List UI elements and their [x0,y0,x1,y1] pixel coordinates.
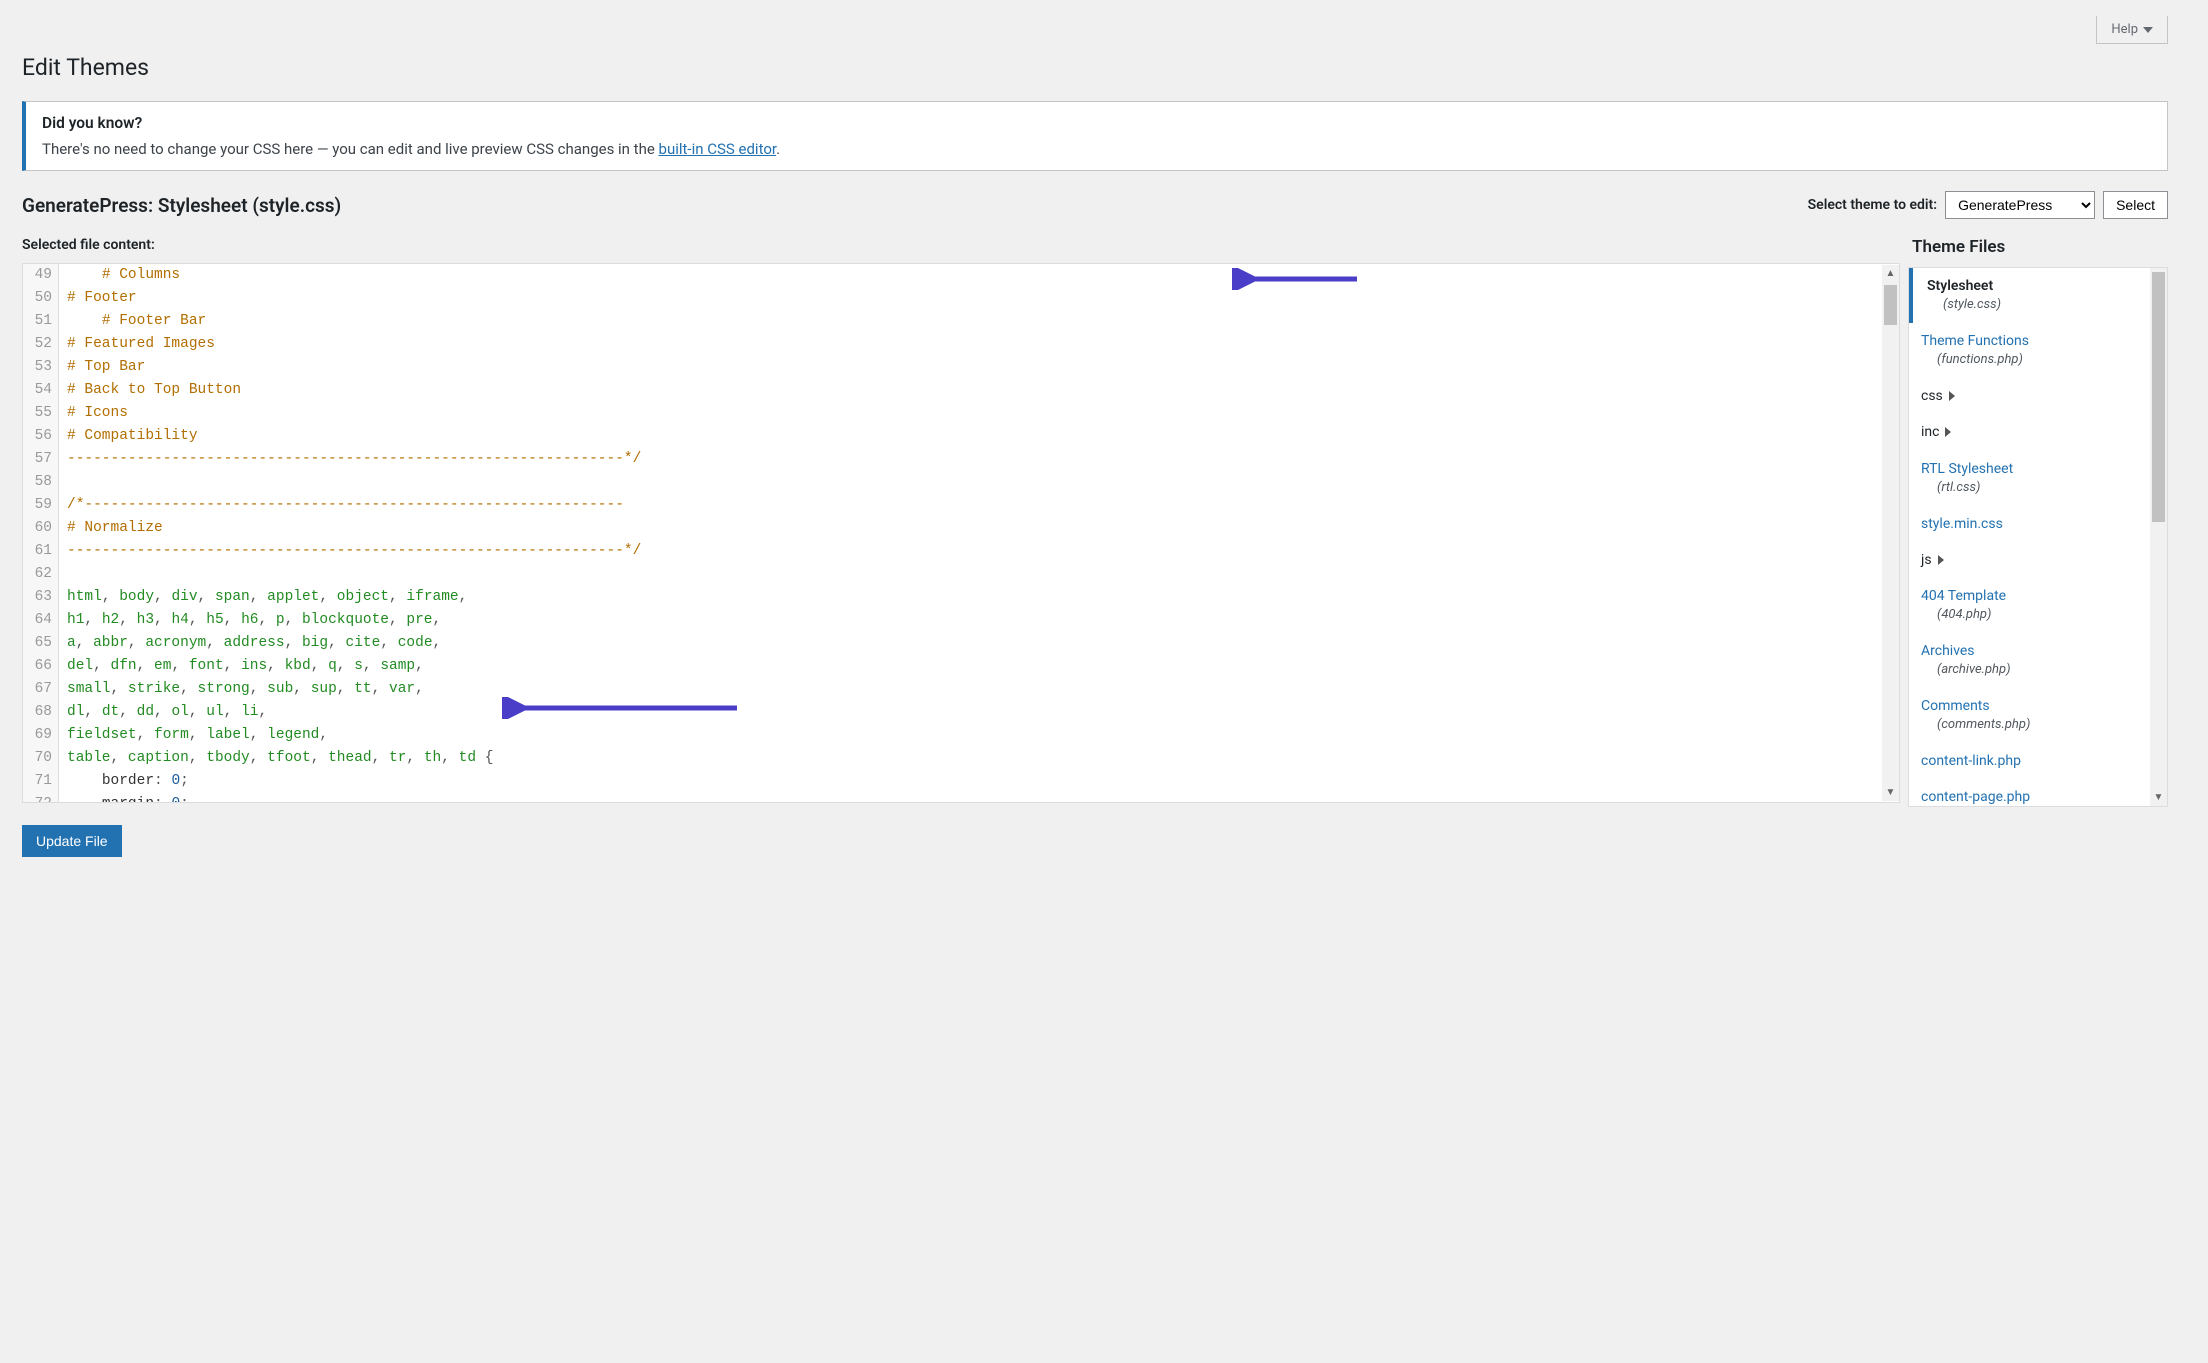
code-line[interactable]: small, strike, strong, sub, sup, tt, var… [67,678,1891,701]
help-label: Help [2111,22,2138,37]
select-theme-label: Select theme to edit: [1808,197,1937,213]
scroll-down-icon[interactable]: ▼ [1882,784,1899,801]
code-line[interactable]: /*--------------------------------------… [67,494,1891,517]
code-line[interactable]: # Footer [67,287,1891,310]
file-item[interactable]: content-page.php [1909,779,2167,807]
file-item[interactable]: Stylesheet(style.css) [1909,268,2167,323]
page-title: Edit Themes [22,54,2168,81]
code-line[interactable]: # Featured Images [67,333,1891,356]
file-heading: GeneratePress: Stylesheet (style.css) [22,194,341,217]
file-item[interactable]: css [1909,378,2167,414]
help-tab[interactable]: Help [2096,16,2168,44]
code-line[interactable]: margin: 0; [67,793,1891,802]
chevron-right-icon [1949,391,1955,401]
code-line[interactable]: # Compatibility [67,425,1891,448]
file-item[interactable]: style.min.css [1909,506,2167,542]
notice-heading: Did you know? [42,114,2151,132]
code-line[interactable]: dl, dt, dd, ol, ul, li, [67,701,1891,724]
code-line[interactable]: # Footer Bar [67,310,1891,333]
code-line[interactable]: h1, h2, h3, h4, h5, h6, p, blockquote, p… [67,609,1891,632]
file-item[interactable]: inc [1909,414,2167,450]
code-line[interactable] [67,471,1891,494]
chevron-right-icon [1938,555,1944,565]
file-item[interactable]: Comments(comments.php) [1909,688,2167,743]
file-item[interactable]: 404 Template(404.php) [1909,578,2167,633]
file-item[interactable]: Theme Functions(functions.php) [1909,323,2167,378]
code-line[interactable]: html, body, div, span, applet, object, i… [67,586,1891,609]
file-item[interactable]: content-link.php [1909,743,2167,779]
code-line[interactable] [67,563,1891,586]
code-line[interactable]: ----------------------------------------… [67,448,1891,471]
file-item[interactable]: js [1909,542,2167,578]
info-notice: Did you know? There's no need to change … [22,101,2168,171]
code-line[interactable]: # Icons [67,402,1891,425]
code-line[interactable]: del, dfn, em, font, ins, kbd, q, s, samp… [67,655,1891,678]
file-item[interactable]: Archives(archive.php) [1909,633,2167,688]
scroll-thumb[interactable] [1884,285,1897,325]
file-item[interactable]: RTL Stylesheet(rtl.css) [1909,451,2167,506]
code-line[interactable]: table, caption, tbody, tfoot, thead, tr,… [67,747,1891,770]
chevron-right-icon [1945,427,1951,437]
code-line[interactable]: # Columns [67,264,1891,287]
code-line[interactable]: border: 0; [67,770,1891,793]
selected-file-label: Selected file content: [22,237,1900,253]
code-line[interactable]: fieldset, form, label, legend, [67,724,1891,747]
notice-text: There's no need to change your CSS here … [42,140,2151,158]
editor-scrollbar[interactable]: ▲ ▼ [1882,265,1899,801]
code-line[interactable]: # Top Bar [67,356,1891,379]
theme-files-label: Theme Files [1912,237,2005,257]
chevron-down-icon [2143,27,2153,33]
scroll-thumb[interactable] [2152,272,2165,522]
code-line[interactable]: # Normalize [67,517,1891,540]
code-editor[interactable]: 4950515253545556575859606162636465666768… [22,263,1900,803]
file-list: ▲ ▼ Stylesheet(style.css)Theme Functions… [1908,267,2168,807]
code-line[interactable]: a, abbr, acronym, address, big, cite, co… [67,632,1891,655]
theme-select[interactable]: GeneratePress [1945,191,2095,219]
code-line[interactable]: ----------------------------------------… [67,540,1891,563]
scroll-up-icon[interactable]: ▲ [1882,265,1899,282]
update-file-button[interactable]: Update File [22,825,122,857]
scroll-down-icon[interactable]: ▼ [2150,789,2167,806]
filelist-scrollbar[interactable]: ▲ ▼ [2150,268,2167,806]
builtin-css-editor-link[interactable]: built-in CSS editor [659,140,777,158]
code-line[interactable]: # Back to Top Button [67,379,1891,402]
select-button[interactable]: Select [2103,191,2168,219]
